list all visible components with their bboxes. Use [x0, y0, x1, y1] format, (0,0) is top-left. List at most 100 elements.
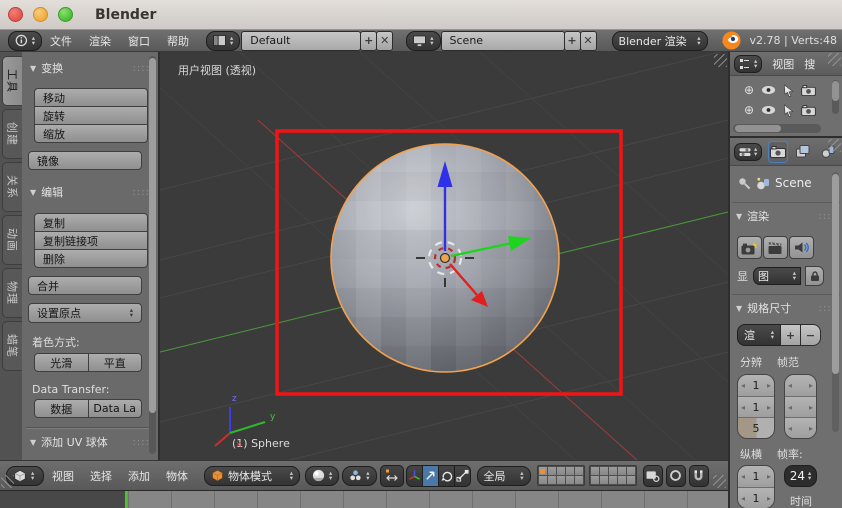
panel-header-render[interactable]: ▼ 渲染 :::: — [730, 208, 842, 224]
corner-resize-grip[interactable] — [1, 475, 14, 488]
aspect-y-field[interactable]: ◂ 1 ▸ — [738, 487, 774, 508]
renderability-camera-icon[interactable] — [801, 84, 816, 96]
layer-toggle[interactable] — [599, 467, 608, 475]
delete-button[interactable]: 删除 — [34, 249, 148, 268]
close-window-button[interactable] — [8, 7, 23, 22]
minimize-window-button[interactable] — [33, 7, 48, 22]
transform-orientation-dropdown[interactable]: 全局 ▴ ▾ — [476, 465, 531, 486]
delete-layout-button[interactable]: ✕ — [376, 30, 394, 51]
visibility-eye-icon[interactable] — [761, 105, 776, 115]
tab-grease-pencil[interactable]: 蜡笔 — [2, 321, 22, 371]
shade-flat-button[interactable]: 平直 — [87, 353, 142, 372]
scene-icon-dropdown[interactable]: ▴ ▾ — [406, 30, 441, 51]
outliner-menu-view[interactable]: 视图 — [772, 56, 794, 72]
manipulator-toggle-button[interactable] — [379, 464, 404, 487]
manipulator-rotate-button[interactable] — [437, 464, 455, 487]
add-scene-button[interactable]: + — [563, 30, 581, 51]
increment-arrow[interactable]: ▸ — [767, 403, 771, 412]
tab-render[interactable] — [768, 140, 788, 163]
layer-toggle[interactable] — [590, 476, 599, 484]
opengl-render-button[interactable] — [665, 464, 686, 487]
tab-tools[interactable]: 工具 — [2, 56, 22, 106]
scale-button[interactable]: 缩放 — [34, 124, 148, 143]
editor-type-dropdown-outliner[interactable]: ▴ ▾ — [734, 54, 763, 73]
tab-relations[interactable]: 关系 — [2, 162, 22, 212]
layer-toggle[interactable] — [538, 476, 547, 484]
snap-button[interactable] — [688, 464, 709, 487]
render-audio-button[interactable] — [789, 236, 814, 259]
layer-toggle[interactable] — [556, 476, 565, 484]
display-mode-dropdown[interactable]: 图 ▴ ▾ — [753, 267, 801, 285]
frame-step-field[interactable]: ◂ ▸ — [785, 417, 816, 438]
resolution-x-field[interactable]: ◂ 1 ▸ — [738, 375, 774, 396]
set-origin-dropdown[interactable]: 设置原点 ▴ ▾ — [28, 303, 142, 323]
corner-resize-grip[interactable] — [828, 53, 841, 66]
resolution-percentage-slider[interactable]: 5 — [738, 417, 774, 438]
render-animation-button[interactable] — [763, 236, 788, 259]
panel-header-dimensions[interactable]: ▼ 规格尺寸 :::: — [730, 300, 842, 316]
render-preset-dropdown[interactable]: 渲 ▴ ▾ — [737, 324, 781, 346]
menu-render[interactable]: 渲染 — [89, 33, 111, 49]
aspect-x-field[interactable]: ◂ 1 ▸ — [738, 466, 774, 487]
layer-toggle[interactable] — [574, 476, 583, 484]
tab-physics[interactable]: 物理 — [2, 268, 22, 318]
panel-header-edit[interactable]: ▼ 编辑 :::: — [22, 184, 158, 200]
object-menu[interactable]: 物体 — [166, 468, 188, 484]
editor-type-dropdown-info[interactable]: ▴ ▾ — [8, 30, 42, 51]
increment-arrow[interactable]: ▸ — [767, 494, 771, 503]
increment-arrow[interactable]: ▸ — [809, 403, 813, 412]
delete-scene-button[interactable]: ✕ — [579, 30, 597, 51]
frame-start-field[interactable]: ◂ ▸ — [785, 375, 816, 396]
maximize-window-button[interactable] — [58, 7, 73, 22]
outliner-vscrollbar[interactable] — [832, 80, 839, 114]
selectability-cursor-icon[interactable] — [783, 103, 794, 117]
tab-create[interactable]: 创建 — [2, 109, 22, 159]
decrement-arrow[interactable]: ◂ — [788, 381, 792, 390]
manipulator-axes-button[interactable] — [405, 464, 423, 487]
lock-to-scene-button[interactable] — [642, 464, 663, 487]
layer-toggle[interactable] — [617, 467, 626, 475]
outliner-hscrollbar[interactable] — [733, 124, 821, 133]
layer-toggle[interactable] — [590, 467, 599, 475]
context-label[interactable]: Scene — [775, 176, 812, 190]
outliner-row[interactable]: ⊕ — [730, 80, 842, 100]
expand-icon[interactable]: ⊕ — [744, 83, 754, 97]
data-transfer-layout-button[interactable]: Data La — [87, 399, 142, 418]
panel-grip[interactable]: :::: — [133, 437, 150, 448]
menu-help[interactable]: 帮助 — [167, 33, 189, 49]
decrement-arrow[interactable]: ◂ — [788, 424, 792, 433]
mirror-button[interactable]: 镜像 — [28, 151, 142, 170]
data-transfer-data-button[interactable]: 数据 — [34, 399, 89, 418]
join-button[interactable]: 合并 — [28, 276, 142, 295]
pivot-center-dropdown[interactable]: ▴ ▾ — [342, 465, 377, 486]
corner-resize-grip[interactable] — [828, 139, 841, 152]
menu-file[interactable]: 文件 — [50, 33, 72, 49]
viewport-shading-dropdown[interactable]: ▴ ▾ — [305, 465, 340, 486]
outliner-row[interactable]: ⊕ — [730, 100, 842, 120]
visibility-eye-icon[interactable] — [761, 85, 776, 95]
frame-end-field[interactable]: ◂ ▸ — [785, 396, 816, 417]
render-engine-dropdown[interactable]: Blender 渲染 ▴ ▾ — [611, 30, 708, 51]
timeline-editor[interactable] — [0, 490, 728, 508]
screen-layout-icon-dropdown[interactable]: ▴ ▾ — [206, 30, 241, 51]
layer-toggle[interactable] — [547, 476, 556, 484]
3d-viewport[interactable]: 用户视图 (透视) (1) Sphere z y x — [160, 52, 728, 460]
layer-toggle[interactable] — [574, 467, 583, 475]
properties-scrollbar[interactable] — [832, 172, 839, 432]
duplicate-button[interactable]: 复制 — [34, 213, 148, 232]
tool-shelf-scrollbar[interactable] — [149, 56, 156, 454]
scene-name-field[interactable]: Scene — [440, 30, 565, 51]
add-preset-button[interactable]: + — [780, 324, 801, 346]
increment-arrow[interactable]: ▸ — [809, 424, 813, 433]
layer-toggle[interactable] — [626, 476, 635, 484]
increment-arrow[interactable]: ▸ — [767, 381, 771, 390]
corner-resize-grip[interactable] — [713, 475, 726, 488]
translate-button[interactable]: 移动 — [34, 88, 148, 107]
layer-toggle[interactable] — [565, 467, 574, 475]
viewport-canvas[interactable] — [160, 52, 728, 460]
layer-toggle[interactable] — [608, 467, 617, 475]
layer-toggle[interactable] — [626, 467, 635, 475]
remove-preset-button[interactable]: − — [800, 324, 821, 346]
layer-toggle[interactable] — [608, 476, 617, 484]
expand-icon[interactable]: ⊕ — [744, 103, 754, 117]
